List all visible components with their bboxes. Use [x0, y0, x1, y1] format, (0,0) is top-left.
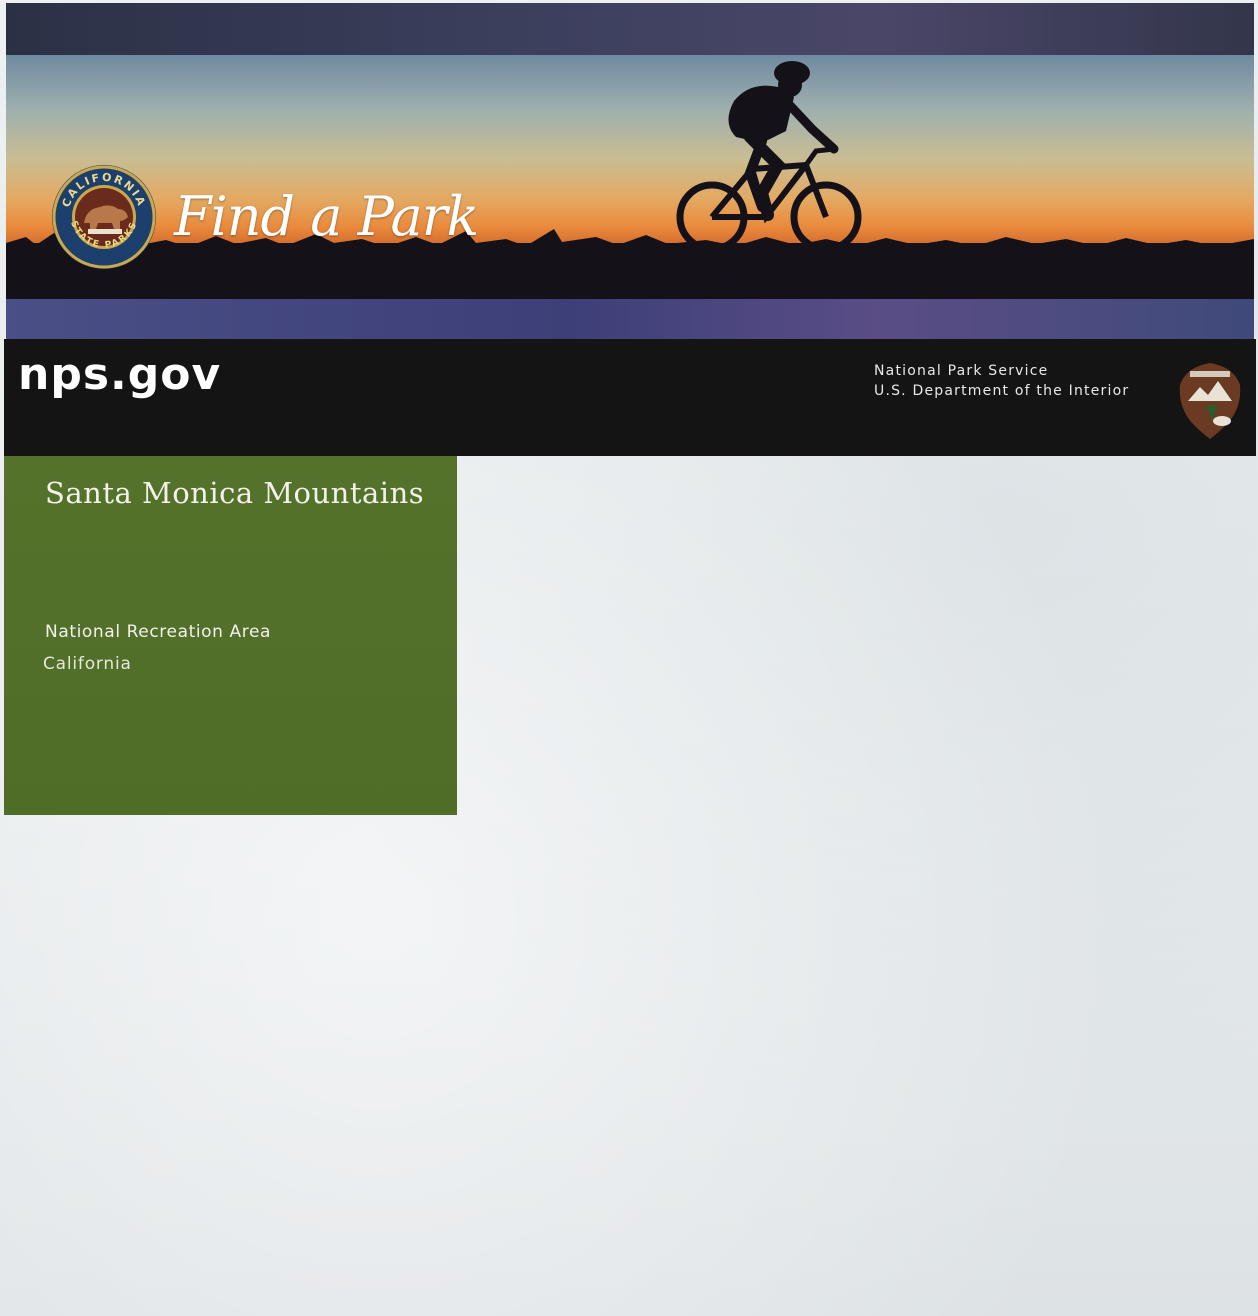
mountain-biker-silhouette-icon: [676, 61, 862, 253]
agency-name: National Park Service: [874, 363, 1049, 379]
agency-block: National Park Service U.S. Department of…: [874, 361, 1129, 401]
park-title-block: Santa Monica Mountains National Recreati…: [4, 456, 457, 815]
department-name: U.S. Department of the Interior: [874, 383, 1130, 399]
dark-ground: [6, 243, 1254, 301]
park-state: California: [43, 654, 132, 674]
california-state-parks-bear-seal-icon: CALIFORNIA STATE PARKS: [52, 165, 156, 269]
park-name: Santa Monica Mountains: [45, 476, 425, 510]
park-designation: National Recreation Area: [45, 622, 272, 642]
nps-site-name: nps.gov: [18, 349, 222, 400]
find-a-park-heading: Find a Park: [174, 185, 479, 248]
banner-top-band: [6, 3, 1254, 55]
find-a-park-banner: CALIFORNIA STATE PARKS Find a Park: [6, 3, 1254, 341]
banner-bottom-band: [6, 299, 1254, 341]
nps-header-bar: nps.gov National Park Service U.S. Depar…: [4, 339, 1256, 456]
nps-arrowhead-icon: [1179, 363, 1241, 439]
brochure-page: CALIFORNIA STATE PARKS Find a Park nps.g…: [0, 0, 1258, 1316]
